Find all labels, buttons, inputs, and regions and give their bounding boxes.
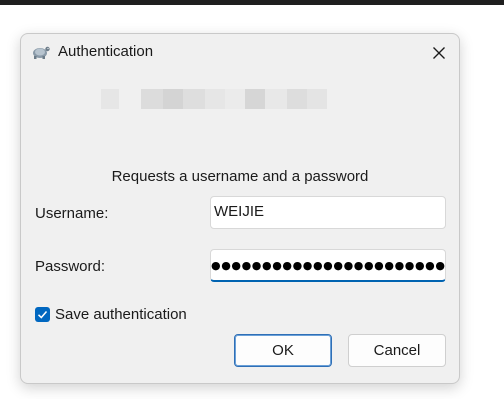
username-input[interactable]: WEIJIE — [210, 196, 446, 229]
password-input[interactable]: ●●●●●●●●●●●●●●●●●●●●●●●●●●● — [210, 249, 446, 282]
turtle-icon — [33, 46, 50, 59]
password-label: Password: — [35, 258, 106, 275]
authentication-dialog: Authentication Requests a username and a… — [20, 33, 460, 384]
username-label: Username: — [35, 205, 109, 222]
close-button[interactable] — [425, 40, 453, 66]
checkmark-icon — [37, 310, 48, 319]
auth-prompt-text: Requests a username and a password — [111, 168, 369, 185]
close-icon — [433, 47, 445, 59]
title-bar[interactable]: Authentication — [21, 34, 459, 70]
background-window-edge — [0, 0, 504, 5]
dialog-title: Authentication — [58, 43, 154, 60]
cancel-button[interactable]: Cancel — [348, 334, 446, 367]
save-authentication-option[interactable]: Save authentication — [35, 304, 187, 324]
password-masked-value: ●●●●●●●●●●●●●●●●●●●●●●●●●●● — [211, 259, 446, 272]
ok-button[interactable]: OK — [234, 334, 332, 367]
redacted-server-info — [101, 89, 327, 109]
save-authentication-label: Save authentication — [55, 305, 187, 323]
save-authentication-checkbox[interactable] — [35, 306, 50, 322]
